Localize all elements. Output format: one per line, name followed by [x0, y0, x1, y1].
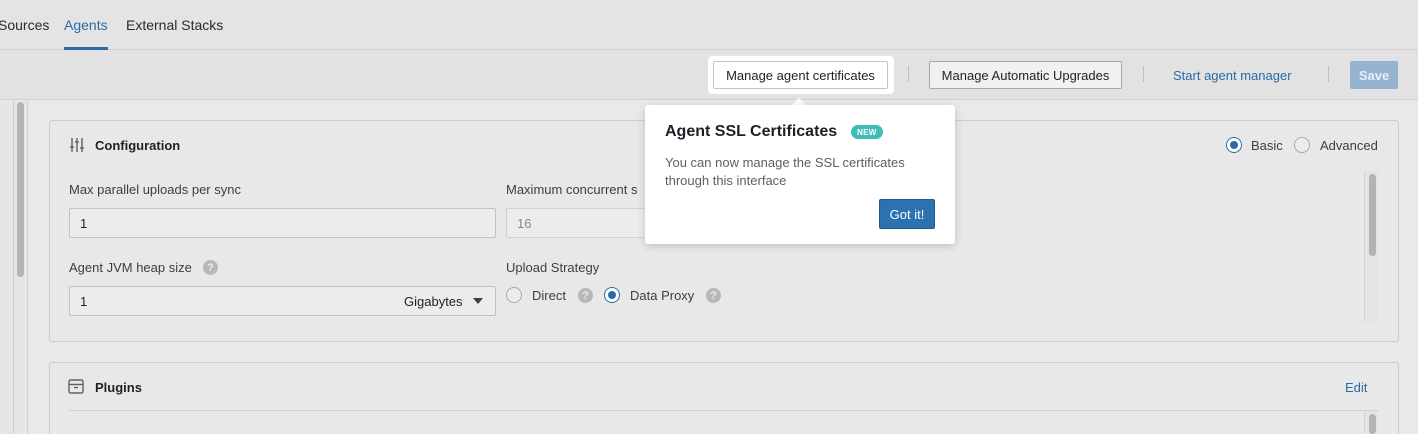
page-scrollbar-thumb[interactable]	[17, 102, 24, 277]
tab-agents[interactable]: Agents	[64, 17, 108, 50]
got-it-button[interactable]: Got it!	[879, 199, 935, 229]
plugins-title: Plugins	[95, 380, 142, 395]
heap-unit-select[interactable]: Gigabytes	[404, 294, 463, 309]
mode-basic-label[interactable]: Basic	[1251, 138, 1283, 153]
plugins-scroll-thumb[interactable]	[1369, 414, 1376, 434]
mode-advanced-label[interactable]: Advanced	[1320, 138, 1378, 153]
toolbar-separator	[908, 66, 909, 82]
box-icon	[68, 379, 84, 394]
toolbar-separator	[1328, 66, 1329, 82]
tab-bar: Sources Agents External Stacks	[0, 0, 1418, 50]
plugins-edit-link[interactable]: Edit	[1345, 380, 1367, 395]
mode-basic-radio[interactable]	[1226, 137, 1242, 153]
help-icon[interactable]: ?	[578, 288, 593, 303]
tab-sources[interactable]: Sources	[0, 17, 49, 50]
caret-down-icon[interactable]	[473, 298, 483, 304]
strategy-proxy-label[interactable]: Data Proxy	[630, 288, 694, 303]
upload-strategy-label: Upload Strategy	[506, 260, 600, 275]
help-icon[interactable]: ?	[706, 288, 721, 303]
strategy-proxy-radio[interactable]	[604, 287, 620, 303]
start-agent-manager-link[interactable]: Start agent manager	[1173, 68, 1292, 83]
mode-advanced-radio[interactable]	[1294, 137, 1310, 153]
heap-size-label: Agent JVM heap size	[69, 260, 192, 275]
popover-title: Agent SSL Certificates	[665, 123, 838, 140]
max-uploads-input[interactable]: 1	[69, 208, 496, 238]
tab-external-stacks[interactable]: External Stacks	[126, 17, 223, 50]
plugins-divider	[69, 410, 1379, 411]
ssl-certificates-popover: Agent SSL Certificates NEW You can now m…	[645, 105, 955, 244]
strategy-direct-label[interactable]: Direct	[532, 288, 566, 303]
max-uploads-label: Max parallel uploads per sync	[69, 182, 241, 197]
help-icon[interactable]: ?	[203, 260, 218, 275]
save-button[interactable]: Save	[1350, 61, 1398, 89]
toolbar-separator	[1143, 66, 1144, 82]
new-badge: NEW	[851, 125, 883, 139]
configuration-title: Configuration	[95, 138, 181, 153]
manage-upgrades-button[interactable]: Manage Automatic Upgrades	[929, 61, 1122, 89]
popover-body: You can now manage the SSL certificates …	[665, 155, 905, 188]
sliders-icon	[70, 138, 84, 152]
manage-certificates-button[interactable]: Manage agent certificates	[713, 61, 888, 89]
max-concurrent-input[interactable]: 16	[506, 208, 646, 238]
max-concurrent-label: Maximum concurrent s	[506, 182, 638, 197]
plugins-card	[49, 362, 1399, 434]
left-rail-divider	[13, 101, 14, 434]
strategy-direct-radio[interactable]	[506, 287, 522, 303]
heap-size-value: 1	[80, 293, 88, 309]
config-scroll-thumb[interactable]	[1369, 174, 1376, 256]
